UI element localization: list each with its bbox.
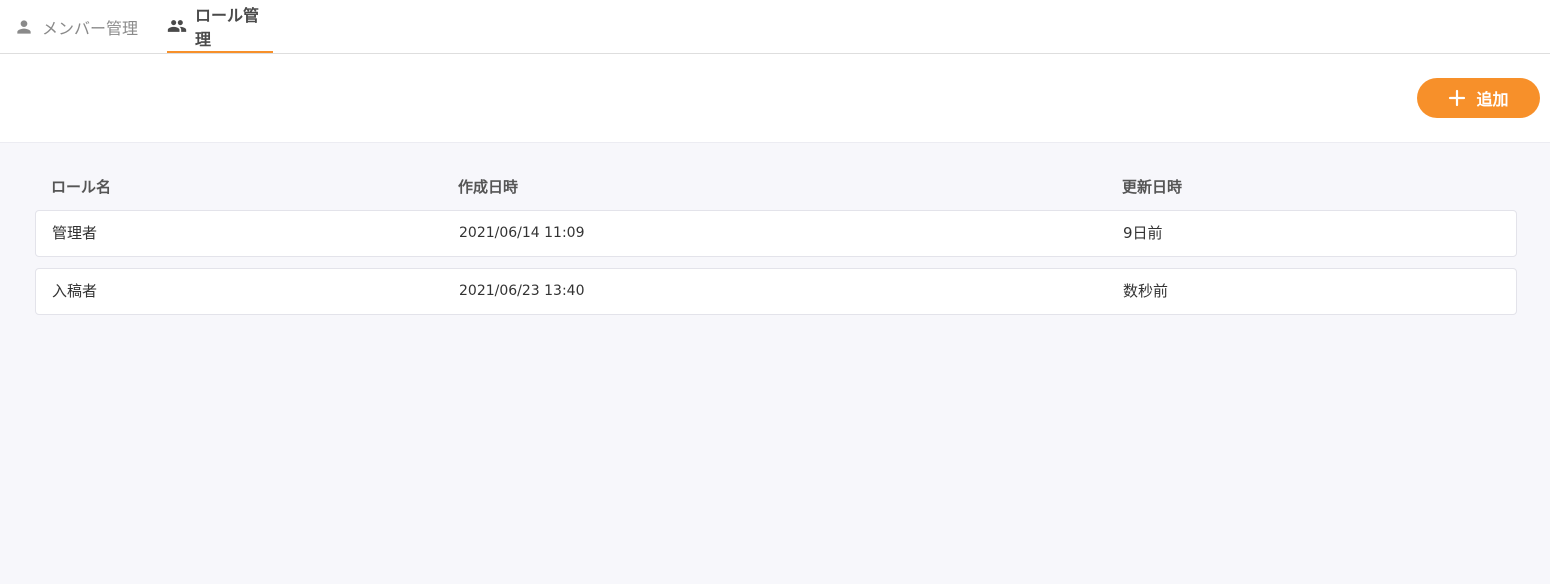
role-name: 管理者 <box>52 224 98 242</box>
header-updated-at: 更新日時 <box>1122 178 1183 196</box>
add-button-label: 追加 <box>1476 90 1509 109</box>
tab-label: ロール管理 <box>195 5 260 49</box>
table-row[interactable]: 管理者 2021/06/14 11:09 9日前 <box>35 210 1517 257</box>
tab-role-management[interactable]: ロール管理 <box>167 0 273 53</box>
created-at: 2021/06/14 11:09 <box>459 225 585 241</box>
add-button[interactable]: 追加 <box>1417 78 1540 118</box>
role-name: 入稿者 <box>52 282 98 300</box>
group-icon <box>167 16 187 36</box>
tab-label: メンバー管理 <box>42 18 139 38</box>
tab-member-management[interactable]: メンバー管理 <box>14 0 138 53</box>
updated-at: 数秒前 <box>1123 282 1169 300</box>
header-created-at: 作成日時 <box>458 178 519 196</box>
table-header: ロール名 作成日時 更新日時 <box>35 170 1517 204</box>
tab-bar: メンバー管理 ロール管理 <box>0 0 1550 54</box>
header-role-name: ロール名 <box>51 178 112 196</box>
toolbar: 追加 <box>0 54 1550 143</box>
updated-at: 9日前 <box>1123 224 1163 242</box>
plus-icon <box>1448 89 1466 107</box>
person-icon <box>14 17 34 37</box>
table-row[interactable]: 入稿者 2021/06/23 13:40 数秒前 <box>35 268 1517 315</box>
created-at: 2021/06/23 13:40 <box>459 283 585 299</box>
